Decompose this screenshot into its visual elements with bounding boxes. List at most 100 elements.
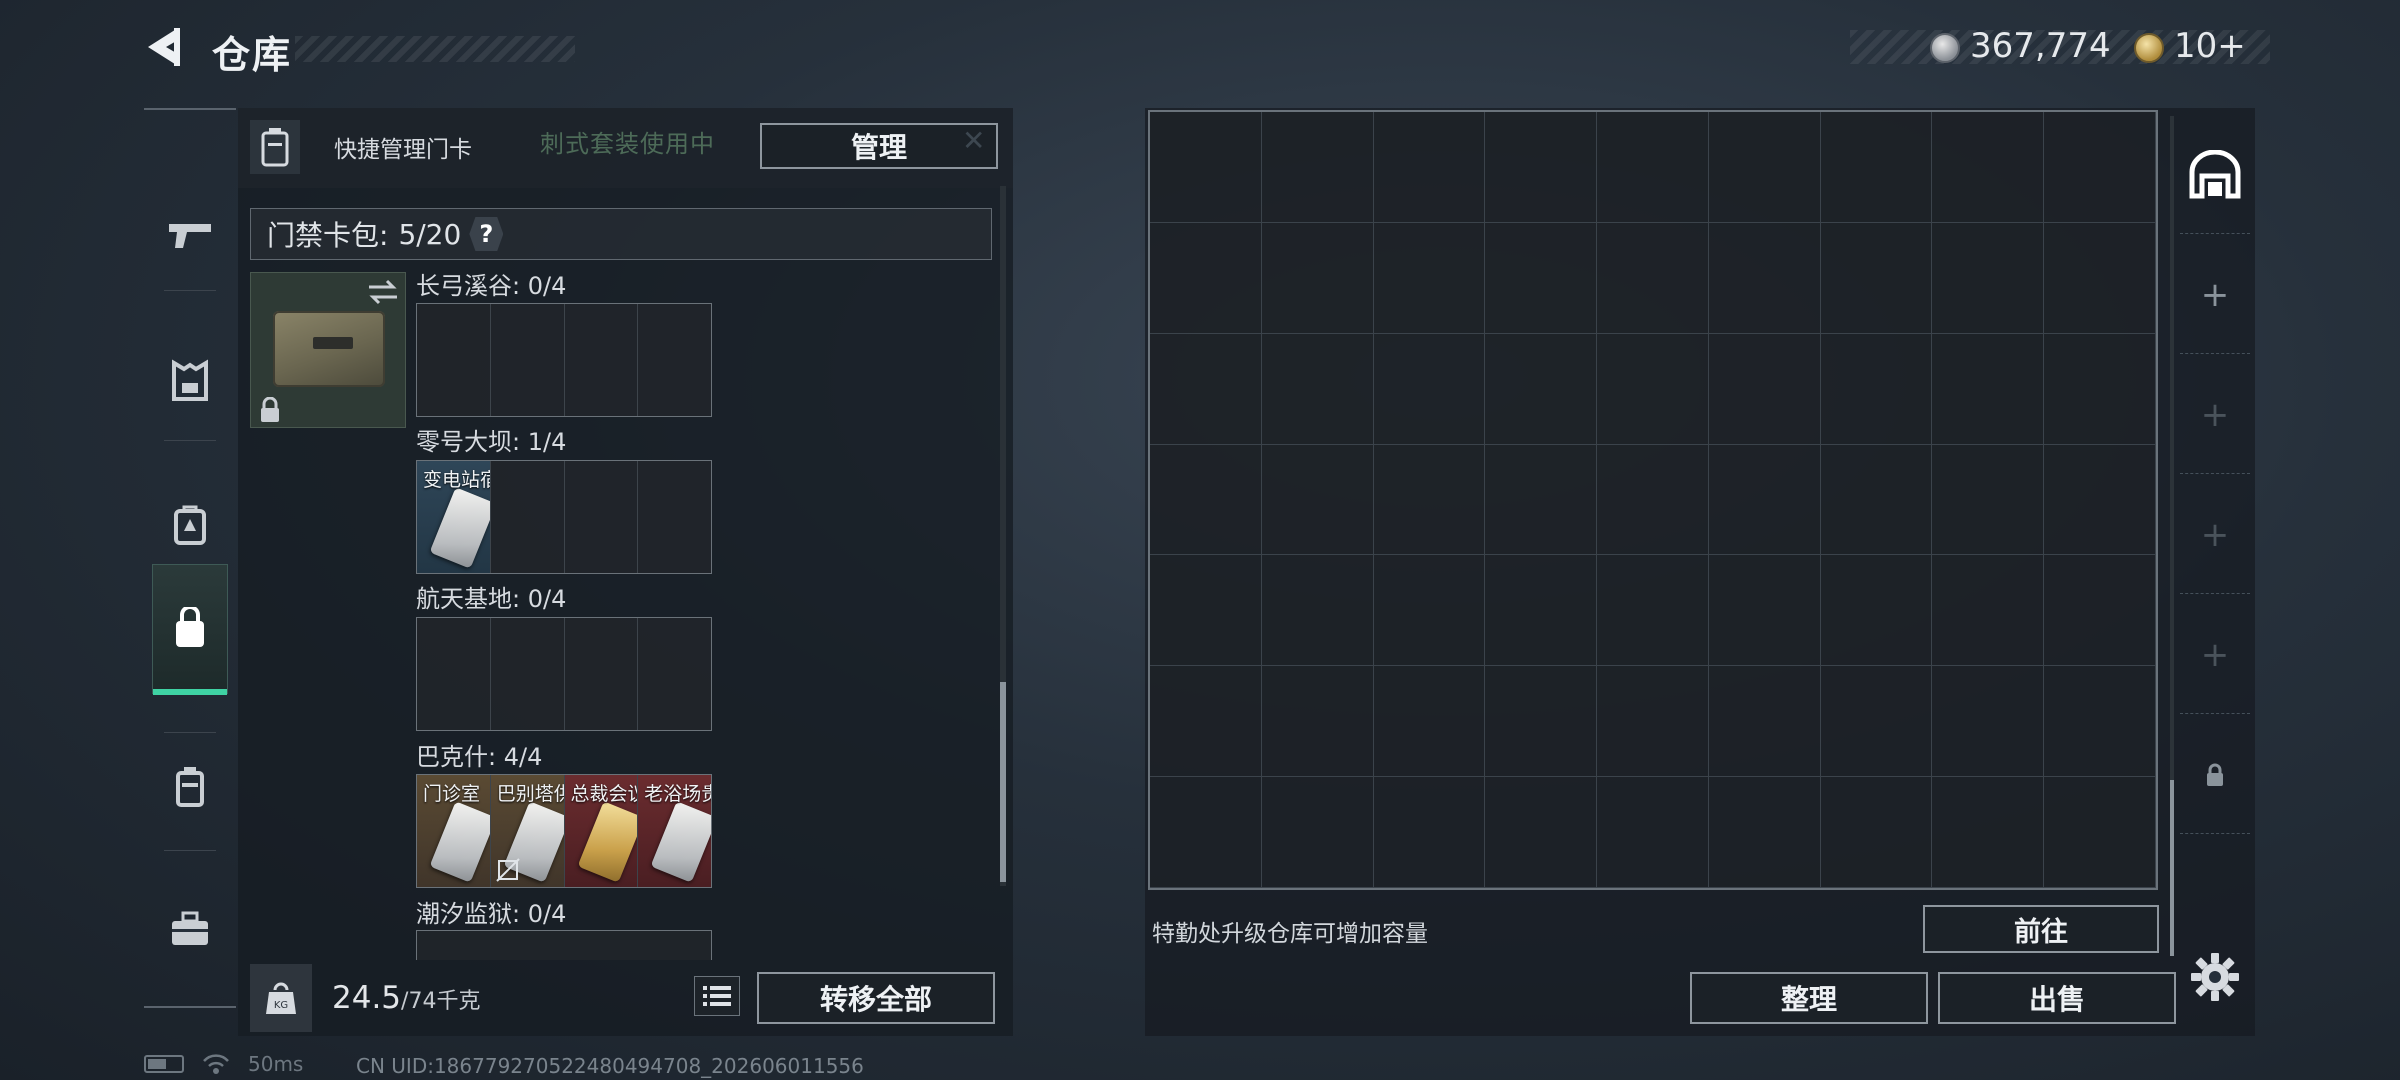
storage-cell[interactable] <box>1932 555 2045 667</box>
keycard-slot[interactable] <box>564 618 639 730</box>
storage-cell[interactable] <box>1597 444 1709 556</box>
storage-cell[interactable] <box>1932 777 2045 888</box>
keycard-slot[interactable]: 老浴场贵... <box>638 775 711 887</box>
storage-cell[interactable] <box>2044 777 2156 888</box>
keycard-slot[interactable] <box>417 304 491 416</box>
keycard-slot[interactable] <box>490 304 565 416</box>
goto-button[interactable]: 前往 <box>1923 905 2159 953</box>
storage-cell[interactable] <box>2044 555 2156 667</box>
rail-tab-toolbox[interactable] <box>152 864 228 994</box>
storage-cell[interactable] <box>1708 777 1821 888</box>
keycard-slot[interactable]: 巴别塔供... <box>490 775 565 887</box>
storage-cell[interactable] <box>1485 222 1598 334</box>
storage-cell[interactable] <box>1708 222 1821 334</box>
rail-tab-keycards[interactable] <box>152 564 228 695</box>
storage-cell[interactable] <box>1373 555 1486 667</box>
back-button[interactable] <box>140 22 190 72</box>
keycard-slot[interactable]: 变电站宿舍 <box>417 461 491 573</box>
locked-storage-tab[interactable] <box>2180 716 2250 834</box>
storage-cell[interactable] <box>1150 112 1262 223</box>
storage-cell[interactable] <box>1150 444 1262 556</box>
storage-cell[interactable] <box>2044 333 2156 445</box>
storage-cell[interactable] <box>1261 555 1374 667</box>
storage-cell[interactable] <box>1820 333 1933 445</box>
keycard-slot[interactable]: 门诊室 <box>417 775 491 887</box>
storage-cell[interactable] <box>1708 666 1821 778</box>
keycard-scrollbar[interactable] <box>1000 186 1006 886</box>
keycard-slot[interactable]: 总裁会议室 <box>564 775 639 887</box>
storage-cell[interactable] <box>1597 555 1709 667</box>
storage-cell[interactable] <box>1932 444 2045 556</box>
storage-cell[interactable] <box>1820 112 1933 223</box>
add-storage-tab[interactable]: + <box>2180 236 2250 354</box>
rail-tab-armor[interactable] <box>152 316 228 446</box>
storage-cell[interactable] <box>1373 112 1486 223</box>
sort-button[interactable]: 整理 <box>1690 972 1928 1024</box>
keycard-slot[interactable] <box>490 461 565 573</box>
storage-cell[interactable] <box>1373 333 1486 445</box>
storage-cell[interactable] <box>1820 777 1933 888</box>
storage-cell[interactable] <box>1820 666 1933 778</box>
keycard-slot[interactable] <box>638 304 711 416</box>
storage-cell[interactable] <box>1597 222 1709 334</box>
storage-cell[interactable] <box>1485 555 1598 667</box>
storage-cell[interactable] <box>2044 112 2156 223</box>
storage-cell[interactable] <box>1932 112 2045 223</box>
storage-cell[interactable] <box>1150 222 1262 334</box>
keycard-slot[interactable] <box>417 618 491 730</box>
storage-cell[interactable] <box>1708 112 1821 223</box>
storage-cell[interactable] <box>1485 777 1598 888</box>
gold-amount[interactable]: 10+ <box>2174 26 2246 66</box>
storage-cell[interactable] <box>1485 444 1598 556</box>
storage-cell[interactable] <box>1261 222 1374 334</box>
storage-tab-main[interactable] <box>2180 116 2250 234</box>
keycard-slot[interactable] <box>638 461 711 573</box>
storage-cell[interactable] <box>2044 666 2156 778</box>
storage-cell[interactable] <box>1932 222 2045 334</box>
storage-cell[interactable] <box>1373 444 1486 556</box>
storage-cell[interactable] <box>1708 333 1821 445</box>
storage-cell[interactable] <box>1373 666 1486 778</box>
storage-cell[interactable] <box>1708 555 1821 667</box>
storage-cell[interactable] <box>1932 666 2045 778</box>
storage-cell[interactable] <box>1597 112 1709 223</box>
sell-button[interactable]: 出售 <box>1938 972 2176 1024</box>
storage-cell[interactable] <box>1373 777 1486 888</box>
storage-cell[interactable] <box>1261 777 1374 888</box>
keycard-slot[interactable] <box>490 618 565 730</box>
storage-cell[interactable] <box>1485 112 1598 223</box>
add-storage-tab[interactable]: + <box>2180 356 2250 474</box>
equipped-keycard-case[interactable] <box>250 272 406 428</box>
add-storage-tab[interactable]: + <box>2180 476 2250 594</box>
storage-cell[interactable] <box>1150 666 1262 778</box>
add-storage-tab[interactable]: + <box>2180 596 2250 714</box>
rail-tab-case[interactable] <box>152 722 228 852</box>
keycard-slot[interactable] <box>564 304 639 416</box>
storage-cell[interactable] <box>1373 222 1486 334</box>
storage-cell[interactable] <box>1597 333 1709 445</box>
storage-cell[interactable] <box>1820 444 1933 556</box>
help-button[interactable]: ? <box>469 217 504 251</box>
storage-cell[interactable] <box>1150 333 1262 445</box>
storage-cell[interactable] <box>1708 444 1821 556</box>
rail-tab-weapons[interactable] <box>152 170 228 300</box>
keycard-slot[interactable] <box>564 461 639 573</box>
storage-cell[interactable] <box>1597 666 1709 778</box>
storage-cell[interactable] <box>1485 666 1598 778</box>
transfer-all-button[interactable]: 转移全部 <box>757 972 995 1024</box>
storage-cell[interactable] <box>1150 777 1262 888</box>
storage-scrollbar[interactable] <box>2170 116 2174 956</box>
storage-cell[interactable] <box>1820 555 1933 667</box>
storage-cell[interactable] <box>1932 333 2045 445</box>
list-view-button[interactable] <box>694 976 740 1016</box>
gear-icon[interactable] <box>2188 950 2242 1004</box>
storage-cell[interactable] <box>2044 444 2156 556</box>
storage-cell[interactable] <box>1485 333 1598 445</box>
storage-cell[interactable] <box>1150 555 1262 667</box>
storage-cell[interactable] <box>1261 333 1374 445</box>
storage-cell[interactable] <box>2044 222 2156 334</box>
storage-cell[interactable] <box>1261 112 1374 223</box>
storage-cell[interactable] <box>1261 666 1374 778</box>
keycard-slot[interactable] <box>638 618 711 730</box>
storage-cell[interactable] <box>1820 222 1933 334</box>
